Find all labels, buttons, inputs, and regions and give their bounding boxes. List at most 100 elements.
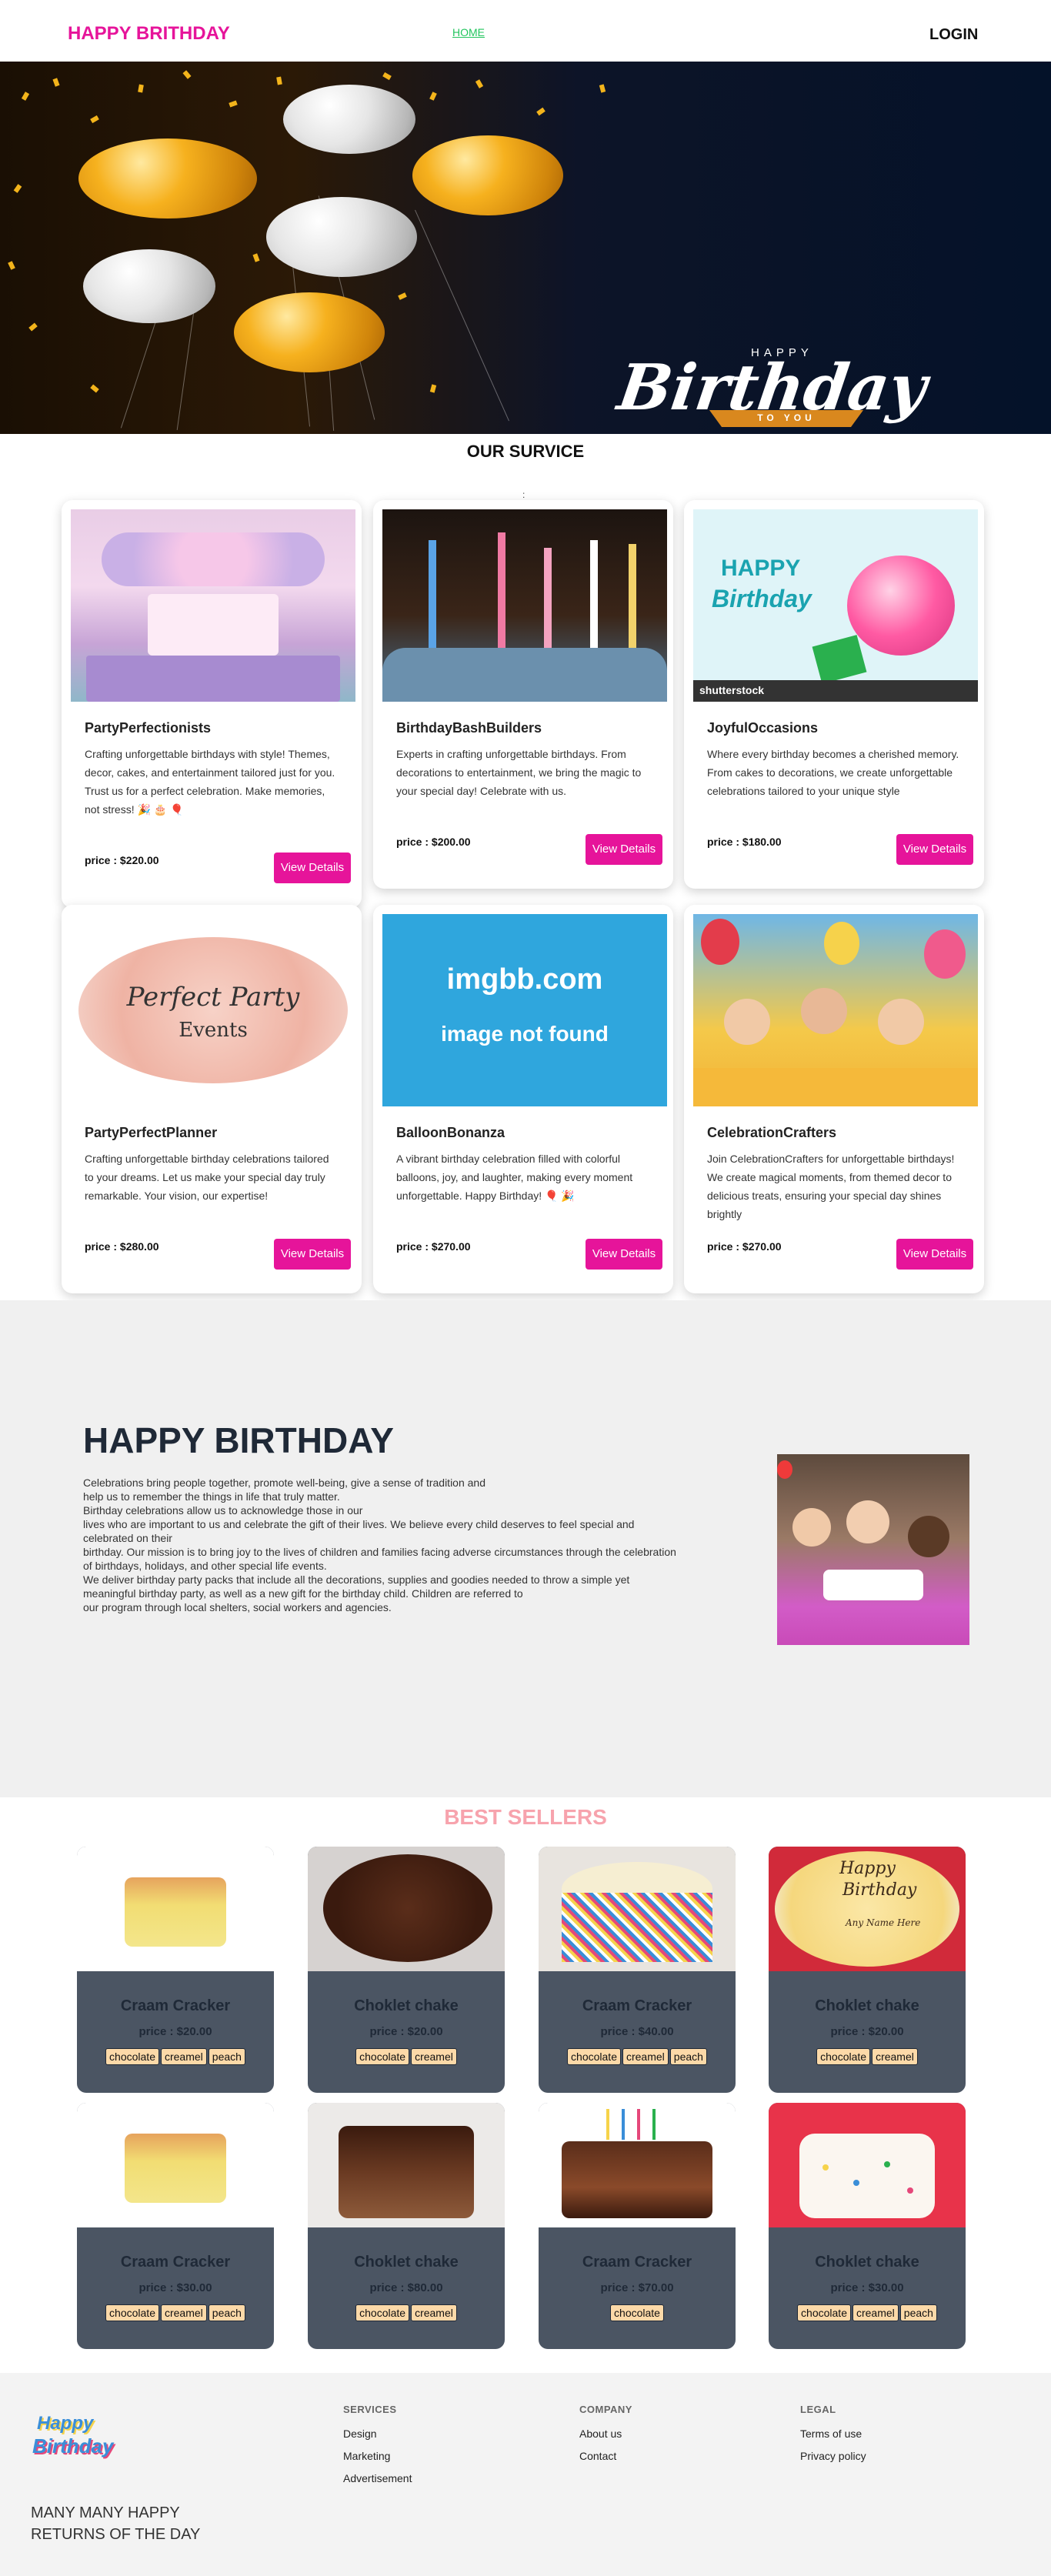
product-tag: peach [208, 2304, 245, 2321]
view-details-button[interactable]: View Details [274, 1239, 351, 1270]
product-card[interactable]: Craam Cracker price : $70.00 chocolate [539, 2103, 736, 2349]
footer: Happy Birthday MANY MANY HAPPY RETURNS O… [0, 2373, 1051, 2576]
product-price: price : $20.00 [138, 2025, 212, 2038]
service-card: HAPPY Birthday shutterstock JoyfulOccasi… [684, 500, 984, 889]
service-description: Crafting unforgettable birthday celebrat… [85, 1153, 329, 1202]
service-image-cake-illustration: HAPPY Birthday shutterstock [693, 509, 978, 702]
service-card: imgbb.com image not found BalloonBonanza… [373, 905, 673, 1293]
footer-link-contact[interactable]: Contact [579, 2450, 632, 2462]
product-tag: peach [669, 2048, 707, 2065]
service-card: BirthdayBashBuilders Experts in crafting… [373, 500, 673, 889]
product-name: Choklet chake [815, 2254, 919, 2271]
silver-balloon [283, 85, 415, 154]
product-card[interactable]: Craam Cracker price : $20.00 chocolate cr… [77, 1847, 274, 2093]
product-image [308, 1847, 505, 1971]
img-perfect-party-text: Perfect Party [126, 982, 300, 1013]
product-tag: creamel [852, 2304, 899, 2321]
navbar: HAPPY BRITHDAY HOME LOGIN [0, 0, 1051, 62]
about-line: of birthdays, holidays, and other specia… [83, 1560, 327, 1572]
best-sellers-title: BEST SELLERS [444, 1805, 607, 1829]
about-line: birthday. Our mission is to bring joy to… [83, 1546, 676, 1558]
product-tags: chocolate creamel peach [539, 2048, 736, 2065]
product-tags: chocolate creamel [308, 2304, 505, 2321]
service-price: price : $280.00 [85, 1240, 159, 1253]
product-name: Choklet chake [815, 1997, 919, 2014]
silver-balloon [83, 249, 215, 323]
product-tag: creamel [411, 2048, 457, 2065]
product-card[interactable]: Craam Cracker price : $40.00 chocolate cr… [539, 1847, 736, 2093]
about-line: Celebrations bring people together, prom… [83, 1477, 485, 1489]
product-price: price : $30.00 [138, 2281, 212, 2294]
service-description: Crafting unforgettable birthdays with st… [85, 748, 335, 816]
product-tag: chocolate [610, 2304, 664, 2321]
hero-banner: HAPPY Birthday TO YOU [0, 62, 1051, 434]
view-details-button[interactable]: View Details [896, 1239, 973, 1270]
view-details-button[interactable]: View Details [586, 834, 662, 865]
product-image [539, 1847, 736, 1971]
product-tag: creamel [622, 2048, 669, 2065]
about-heading: HAPPY BIRTHDAY [83, 1420, 394, 1460]
footer-legal-column: LEGAL Terms of use Privacy policy [800, 2404, 866, 2472]
footer-link-marketing[interactable]: Marketing [343, 2450, 412, 2462]
service-image-party-decor [71, 509, 355, 702]
gold-balloon [412, 135, 563, 215]
product-tag: creamel [411, 2304, 457, 2321]
footer-logo[interactable]: Happy Birthday [32, 2410, 125, 2471]
footer-heading: SERVICES [343, 2404, 397, 2415]
service-price: price : $220.00 [85, 854, 159, 866]
product-card[interactable]: Happy Birthday Any Name Here Choklet cha… [769, 1847, 966, 2093]
product-name: Choklet chake [354, 2254, 459, 2271]
product-tag: chocolate [105, 2304, 159, 2321]
service-title: JoyfulOccasions [707, 720, 819, 736]
service-image-kids-party [693, 914, 978, 1106]
product-tag: chocolate [567, 2048, 621, 2065]
footer-link-privacy[interactable]: Privacy policy [800, 2450, 866, 2462]
img-happy-text: HAPPY [721, 556, 801, 581]
about-line: help us to remember the things in life t… [83, 1490, 340, 1503]
about-line: celebrated on their [83, 1532, 172, 1544]
footer-company-column: COMPANY About us Contact [579, 2404, 632, 2472]
img-events-text: Events [179, 1019, 248, 1042]
login-button[interactable]: LOGIN [929, 26, 978, 44]
img-birthday-text: Birthday [712, 585, 812, 612]
about-line: lives who are important to us and celebr… [83, 1518, 635, 1530]
view-details-button[interactable]: View Details [586, 1239, 662, 1270]
product-tag: peach [208, 2048, 245, 2065]
product-tag: chocolate [797, 2304, 851, 2321]
footer-link-design[interactable]: Design [343, 2428, 412, 2440]
nav-home-link[interactable]: HOME [452, 26, 485, 38]
product-image [539, 2103, 736, 2227]
footer-link-terms[interactable]: Terms of use [800, 2428, 866, 2440]
product-tag: chocolate [355, 2304, 410, 2321]
about-photo [777, 1454, 969, 1645]
about-section: HAPPY BIRTHDAY Celebrations bring people… [0, 1300, 1051, 1797]
cake-name-text: Any Name Here [846, 1917, 921, 1928]
service-card: Perfect Party Events PartyPerfectPlanner… [62, 905, 362, 1293]
product-card[interactable]: Choklet chake price : $30.00 chocolate cr… [769, 2103, 966, 2349]
footer-link-advertisement[interactable]: Advertisement [343, 2472, 412, 2484]
product-price: price : $30.00 [830, 2281, 904, 2294]
product-card[interactable]: Choklet chake price : $80.00 chocolate cr… [308, 2103, 505, 2349]
view-details-button[interactable]: View Details [274, 853, 351, 883]
product-price: price : $20.00 [369, 2025, 443, 2038]
product-name: Craam Cracker [582, 2254, 692, 2271]
footer-tagline: MANY MANY HAPPY RETURNS OF THE DAY [31, 2504, 201, 2543]
footer-link-about[interactable]: About us [579, 2428, 632, 2440]
product-card[interactable]: Craam Cracker price : $30.00 chocolate cr… [77, 2103, 274, 2349]
service-title: CelebrationCrafters [707, 1125, 837, 1140]
service-card: PartyPerfectionists Crafting unforgettab… [62, 500, 362, 908]
service-image-perfect-party-logo: Perfect Party Events [71, 914, 355, 1106]
about-line: Birthday celebrations allow us to acknow… [83, 1504, 363, 1517]
product-card[interactable]: Choklet chake price : $20.00 chocolate cr… [308, 1847, 505, 2093]
service-image-candles [382, 509, 667, 702]
product-tags: chocolate [539, 2304, 736, 2321]
product-price: price : $80.00 [369, 2281, 443, 2294]
product-name: Craam Cracker [120, 2254, 231, 2271]
product-tags: chocolate creamel peach [769, 2304, 966, 2321]
product-price: price : $70.00 [600, 2281, 674, 2294]
view-details-button[interactable]: View Details [896, 834, 973, 865]
product-tag: peach [899, 2304, 937, 2321]
service-description: Experts in crafting unforgettable birthd… [396, 748, 642, 797]
brand-logo[interactable]: HAPPY BRITHDAY [68, 23, 230, 45]
service-price: price : $200.00 [396, 836, 471, 848]
